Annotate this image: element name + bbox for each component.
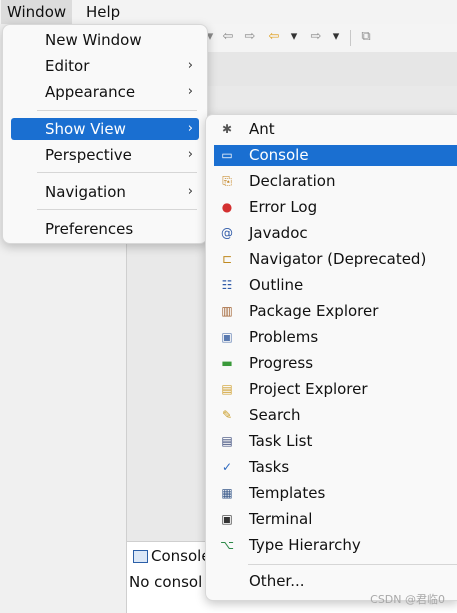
menu-item-progress[interactable]: ▬ Progress (214, 353, 457, 374)
menu-item-search[interactable]: ✎ Search (214, 405, 457, 426)
tasks-icon: ✓ (221, 460, 233, 474)
declaration-icon: ⎘ (222, 174, 232, 188)
error-log-icon: ● (221, 200, 233, 214)
menu-item-templates[interactable]: ▦ Templates (214, 483, 457, 504)
menu-item-console[interactable]: ▭ Console (214, 145, 457, 166)
task-list-icon: ▤ (221, 434, 233, 448)
project-explorer-icon: ▤ (221, 382, 233, 396)
terminal-icon: ▣ (221, 512, 233, 526)
menu-item-other[interactable]: Other... (214, 571, 457, 592)
menu-bar: Window Help (0, 0, 457, 24)
menu-item-label: Task List (249, 432, 313, 450)
menu-item-label: Console (249, 146, 309, 164)
menu-item-label: Templates (249, 484, 326, 502)
menu-item-label: Outline (249, 276, 304, 294)
menu-item-terminal[interactable]: ▣ Terminal (214, 509, 457, 530)
menu-item-new-window[interactable]: New Window (11, 29, 199, 51)
menu-item-ant[interactable]: ✱ Ant (214, 119, 457, 140)
back-arrow-icon[interactable]: ⇦ (266, 29, 282, 45)
package-explorer-icon: ▥ (221, 304, 233, 318)
menu-item-label: Error Log (249, 198, 318, 216)
menu-separator (37, 172, 197, 173)
menu-item-label: Show View (45, 120, 126, 138)
submenu-arrow-icon: › (187, 184, 193, 199)
watermark: CSDN @君临0 (370, 593, 445, 606)
menu-item-label: Project Explorer (249, 380, 368, 398)
templates-icon: ▦ (221, 486, 233, 500)
menu-item-label: Navigation (45, 183, 126, 201)
console-tab-label: Console (151, 547, 211, 565)
menu-item-preferences[interactable]: Preferences (11, 218, 199, 240)
submenu-arrow-icon: › (187, 147, 193, 162)
show-view-submenu: ✱ Ant ▭ Console ⎘ Declaration ● Error Log @ Javad… (205, 114, 457, 601)
forward-arrow-icon[interactable]: ⇨ (308, 29, 324, 45)
navigator-icon: ⊏ (221, 252, 233, 266)
menu-item-label: Perspective (45, 146, 132, 164)
console-icon (133, 550, 148, 563)
menu-item-project-explorer[interactable]: ▤ Project Explorer (214, 379, 457, 400)
menu-item-label: Problems (249, 328, 319, 346)
menu-item-label: Appearance (45, 83, 136, 101)
menu-item-label: Editor (45, 57, 90, 75)
menu-help[interactable]: Help (80, 0, 126, 24)
menu-item-label: Search (249, 406, 301, 424)
type-hierarchy-icon: ⌥ (220, 538, 234, 552)
menu-item-label: Terminal (249, 510, 313, 528)
pin-editor-icon[interactable]: ⧉ (358, 29, 374, 45)
menu-item-error-log[interactable]: ● Error Log (214, 197, 457, 218)
menu-item-label: Tasks (249, 458, 290, 476)
menu-item-label: Progress (249, 354, 314, 372)
main-toolbar: ▾ ⇦ ⇨ ⇦ ▾ ⇨ ▾ ⧉ (200, 24, 457, 53)
menu-item-problems[interactable]: ▣ Problems (214, 327, 457, 348)
menu-item-tasks[interactable]: ✓ Tasks (214, 457, 457, 478)
menu-item-declaration[interactable]: ⎘ Declaration (214, 171, 457, 192)
console-icon: ▭ (221, 148, 233, 162)
outline-icon: ☷ (221, 278, 233, 292)
menu-item-task-list[interactable]: ▤ Task List (214, 431, 457, 452)
menu-item-appearance[interactable]: Appearance › (11, 81, 199, 103)
menu-separator (37, 110, 197, 111)
menu-item-label: Preferences (45, 220, 134, 238)
submenu-arrow-icon: › (187, 84, 193, 99)
progress-icon: ▬ (221, 356, 233, 370)
search-icon: ✎ (221, 408, 233, 422)
forward-outline-icon[interactable]: ⇨ (242, 29, 258, 45)
menu-window[interactable]: Window (1, 0, 73, 24)
menu-item-editor[interactable]: Editor › (11, 55, 199, 77)
problems-icon: ▣ (221, 330, 233, 344)
menu-item-label: Javadoc (249, 224, 308, 242)
menu-item-label: Navigator (Deprecated) (249, 250, 427, 268)
menu-item-type-hierarchy[interactable]: ⌥ Type Hierarchy (214, 535, 457, 556)
ant-icon: ✱ (221, 122, 233, 136)
menu-item-outline[interactable]: ☷ Outline (214, 275, 457, 296)
menu-separator (37, 209, 197, 210)
console-empty-text: No consol (129, 573, 203, 591)
menu-item-show-view[interactable]: Show View › (11, 118, 199, 140)
menu-item-label: Package Explorer (249, 302, 379, 320)
window-menu: New Window Editor › Appearance › Show Vi… (2, 24, 208, 244)
menu-item-label: Other... (249, 572, 305, 590)
menu-item-label: Type Hierarchy (249, 536, 361, 554)
toolbar-separator (350, 30, 351, 46)
menu-item-navigation[interactable]: Navigation › (11, 181, 199, 203)
menu-item-navigator-deprecated[interactable]: ⊏ Navigator (Deprecated) (214, 249, 457, 270)
menu-item-javadoc[interactable]: @ Javadoc (214, 223, 457, 244)
menu-item-label: Declaration (249, 172, 336, 190)
submenu-arrow-icon: › (187, 58, 193, 73)
menu-item-package-explorer[interactable]: ▥ Package Explorer (214, 301, 457, 322)
menu-item-perspective[interactable]: Perspective › (11, 144, 199, 166)
chevron-down-icon[interactable]: ▾ (286, 29, 302, 45)
submenu-arrow-icon: › (187, 121, 193, 136)
menu-separator (248, 564, 457, 565)
chevron-down-icon[interactable]: ▾ (328, 29, 344, 45)
back-outline-icon[interactable]: ⇦ (220, 29, 236, 45)
menu-item-label: New Window (45, 31, 142, 49)
menu-item-label: Ant (249, 120, 275, 138)
javadoc-icon: @ (221, 226, 233, 240)
